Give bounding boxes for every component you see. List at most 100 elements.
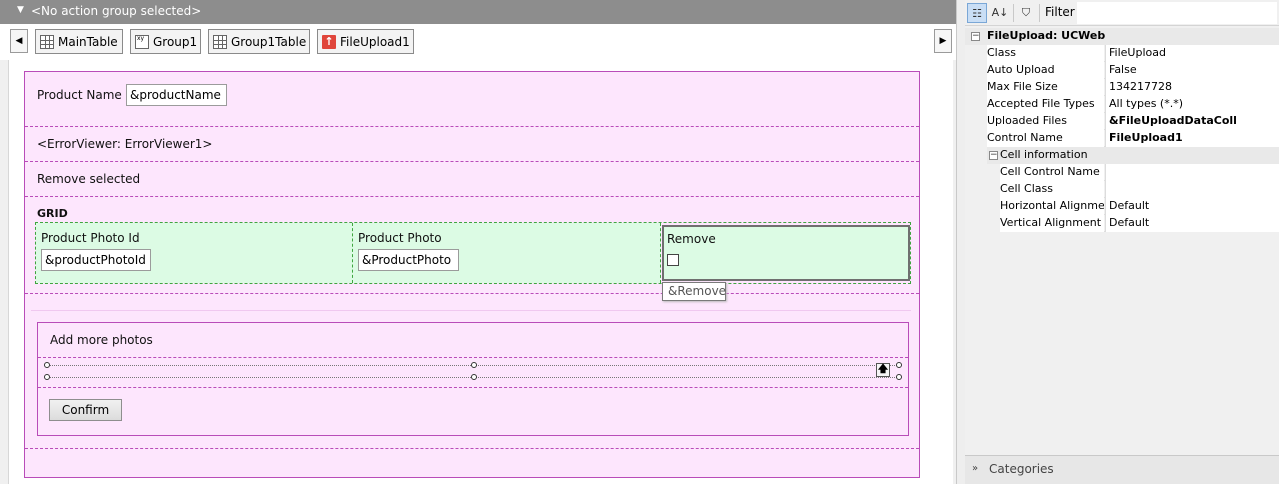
resize-handle[interactable] [471, 374, 477, 380]
categories-bar[interactable]: » Categories [965, 455, 1279, 484]
filter-label: Filter [1045, 5, 1075, 19]
row-gutter [965, 164, 1000, 181]
upload-arrow-icon[interactable]: 🡅 [876, 363, 890, 377]
scroll-right-button[interactable]: ▶ [934, 29, 952, 53]
property-value[interactable] [1105, 164, 1279, 181]
row-gutter [965, 130, 987, 147]
panel-splitter[interactable] [956, 0, 965, 484]
property-row[interactable]: Cell Control Name [965, 164, 1279, 181]
row-divider [25, 448, 919, 449]
tab-label: Group1Table [231, 34, 307, 49]
grid-column-product-photo[interactable]: Product Photo &ProductPhoto [353, 223, 661, 283]
row-gutter [965, 45, 987, 62]
property-value[interactable]: FileUpload [1105, 45, 1279, 62]
property-name: Class [987, 45, 1104, 62]
product-photo-id-input[interactable]: &productPhotoId [41, 249, 151, 271]
property-row[interactable]: Cell Class [965, 181, 1279, 198]
filter-input[interactable] [1077, 2, 1277, 24]
row-divider [31, 310, 911, 311]
collapse-icon[interactable]: − [971, 32, 980, 41]
row-divider [38, 387, 908, 388]
grid-column-product-photo-id[interactable]: Product Photo Id &productPhotoId [36, 223, 353, 283]
categorized-view-icon[interactable]: ☷ [967, 3, 987, 23]
row-divider [25, 293, 919, 294]
property-value[interactable]: False [1105, 62, 1279, 79]
grid-icon [213, 34, 227, 49]
tab-group1[interactable]: xy Group1 [130, 29, 201, 54]
property-row[interactable]: Uploaded Files &FileUploadDataColl [965, 113, 1279, 130]
property-value[interactable]: All types (*.*) [1105, 96, 1279, 113]
property-category-header[interactable]: − FileUpload: UCWeb [965, 28, 1279, 45]
collapse-icon[interactable]: − [989, 151, 998, 160]
property-name: Cell Control Name [1000, 164, 1104, 181]
main-table[interactable]: Product Name &productName <ErrorViewer: … [24, 71, 920, 478]
property-row[interactable]: Class FileUpload [965, 45, 1279, 62]
property-row[interactable]: Horizontal Alignment Default [965, 198, 1279, 215]
resize-handle[interactable] [471, 362, 477, 368]
property-value[interactable]: FileUpload1 [1105, 130, 1279, 147]
property-name: Horizontal Alignment [1000, 198, 1104, 215]
row-divider [25, 196, 919, 197]
row-divider [25, 161, 919, 162]
tab-fileupload1[interactable]: ↑ FileUpload1 [317, 29, 414, 54]
row-divider [38, 357, 908, 358]
action-group-label: <No action group selected> [31, 4, 202, 18]
category-title: FileUpload: UCWeb [987, 29, 1106, 42]
category-title: Cell information [1000, 148, 1088, 161]
property-name: Max File Size [987, 79, 1104, 96]
group-icon: xy [135, 34, 149, 49]
row-gutter [965, 215, 1000, 232]
remove-checkbox[interactable] [667, 254, 679, 266]
sort-alphabetical-icon[interactable]: A↓ [990, 3, 1010, 23]
upload-icon: ↑ [322, 34, 336, 49]
property-row[interactable]: Control Name FileUpload1 [965, 130, 1279, 147]
filter-icon[interactable]: ⛉ [1016, 3, 1036, 23]
scroll-left-button[interactable]: ◀ [10, 29, 28, 53]
property-value[interactable]: &FileUploadDataColl [1105, 113, 1279, 130]
tab-label: FileUpload1 [340, 34, 410, 49]
photo-grid[interactable]: Product Photo Id &productPhotoId Product… [35, 222, 911, 284]
property-row[interactable]: Accepted File Types All types (*.*) [965, 96, 1279, 113]
toolbar-divider [1039, 4, 1040, 22]
group1-table[interactable]: Add more photos 🡅 Confirm [37, 322, 909, 436]
control-tab-strip: ◀ MainTable xy Group1 Group1Table ↑ File… [0, 24, 956, 60]
add-more-photos-label: Add more photos [50, 333, 153, 347]
property-name: Uploaded Files [987, 113, 1104, 130]
property-name: Control Name [987, 130, 1104, 147]
property-name: Accepted File Types [987, 96, 1104, 113]
action-group-bar[interactable]: ▼ <No action group selected> [0, 0, 956, 24]
designer-panel: ▼ <No action group selected> ◀ MainTable… [0, 0, 956, 484]
expand-chevron-icon[interactable]: » [972, 463, 978, 474]
product-photo-input[interactable]: &ProductPhoto [358, 249, 459, 271]
resize-handle[interactable] [896, 374, 902, 380]
resize-handle[interactable] [44, 374, 50, 380]
property-value[interactable] [1105, 181, 1279, 198]
property-name: Vertical Alignment [1000, 215, 1104, 232]
property-name: Cell Class [1000, 181, 1104, 198]
grid-column-remove[interactable]: Remove [662, 225, 910, 281]
property-row[interactable]: Auto Upload False [965, 62, 1279, 79]
tab-maintable[interactable]: MainTable [35, 29, 123, 54]
property-row[interactable]: Vertical Alignment Default [965, 215, 1279, 232]
confirm-button[interactable]: Confirm [49, 399, 122, 421]
remove-selected-button[interactable]: Remove selected [37, 172, 140, 186]
tab-group1table[interactable]: Group1Table [208, 29, 310, 54]
product-name-input[interactable]: &productName [126, 84, 227, 106]
property-value[interactable]: Default [1105, 198, 1279, 215]
product-name-label: Product Name [37, 88, 122, 102]
cell-information-header[interactable]: − Cell information [987, 147, 1279, 164]
property-value[interactable]: 134217728 [1105, 79, 1279, 96]
row-gutter [965, 113, 987, 130]
resize-handle[interactable] [896, 362, 902, 368]
column-header: Product Photo Id [41, 231, 140, 245]
property-row[interactable]: Max File Size 134217728 [965, 79, 1279, 96]
property-name: Auto Upload [987, 62, 1104, 79]
collapse-arrow-icon[interactable]: ▼ [17, 5, 24, 15]
toolbar-divider [1013, 4, 1014, 22]
grid-title: GRID [37, 207, 68, 220]
error-viewer[interactable]: <ErrorViewer: ErrorViewer1> [37, 137, 212, 151]
resize-handle[interactable] [44, 362, 50, 368]
fileupload-control[interactable]: 🡅 [44, 362, 902, 380]
property-value[interactable]: Default [1105, 215, 1279, 232]
column-header: Remove [667, 232, 716, 246]
